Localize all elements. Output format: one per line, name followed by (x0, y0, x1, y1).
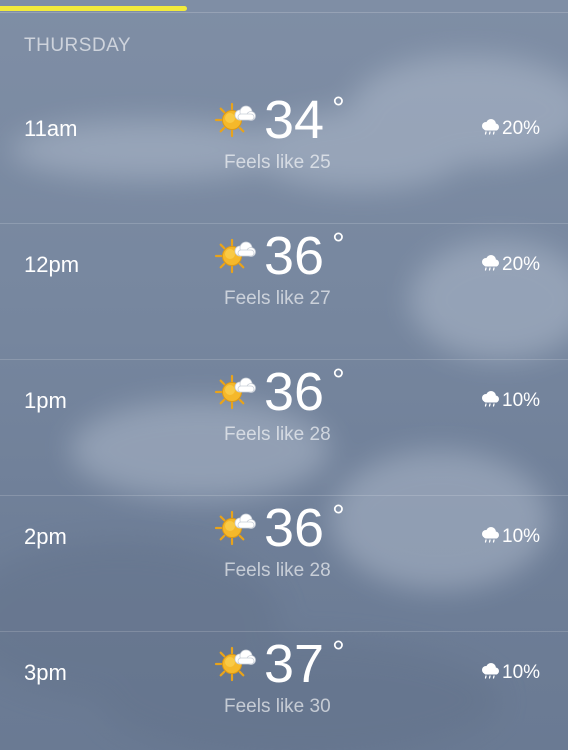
precipitation-chance: 10% (502, 526, 541, 547)
rain-cloud-icon (482, 527, 499, 543)
hour-time: 3pm (24, 660, 67, 685)
degree-symbol: ° (332, 362, 345, 398)
hour-time: 12pm (24, 252, 80, 277)
feels-like-text: Feels like 27 (224, 288, 331, 309)
hourly-forecast-row[interactable]: 3pm 37 ° Feels like 30 10% (0, 632, 568, 750)
degree-symbol: ° (332, 498, 345, 534)
partly-sunny-icon (214, 238, 256, 274)
feels-like-text: Feels like 28 (224, 424, 331, 445)
hourly-forecast-row[interactable]: 12pm 36 ° Feels like 27 20% (0, 224, 568, 360)
hourly-forecast-row[interactable]: 1pm 36 ° Feels like 28 10% (0, 360, 568, 496)
scroll-progress-track (0, 0, 568, 13)
temperature-value: 37 (264, 634, 325, 694)
feels-like-text: Feels like 28 (224, 560, 331, 581)
rain-cloud-icon (482, 255, 499, 271)
temperature-value: 36 (264, 498, 325, 558)
partly-sunny-icon (214, 646, 256, 682)
precipitation-chance: 10% (502, 662, 541, 683)
degree-symbol: ° (332, 90, 345, 126)
temperature-value: 36 (264, 362, 325, 422)
hour-time: 1pm (24, 388, 67, 413)
hourly-forecast-row[interactable]: 2pm 36 ° Feels like 28 10% (0, 496, 568, 632)
temperature-value: 34 (264, 90, 325, 150)
rain-cloud-icon (482, 663, 499, 679)
degree-symbol: ° (332, 634, 345, 670)
hour-time: 2pm (24, 524, 67, 549)
rain-cloud-icon (482, 119, 499, 135)
partly-sunny-icon (214, 374, 256, 410)
feels-like-text: Feels like 30 (224, 696, 331, 717)
temperature-value: 36 (264, 226, 325, 286)
precipitation-chance: 10% (502, 390, 541, 411)
precipitation-chance: 20% (502, 118, 541, 139)
partly-sunny-icon (214, 102, 256, 138)
hourly-forecast-row[interactable]: 11am 34 ° Feels like 25 20% (0, 88, 568, 224)
partly-sunny-icon (214, 510, 256, 546)
precipitation-chance: 20% (502, 254, 541, 275)
day-header: THURSDAY (24, 35, 132, 56)
degree-symbol: ° (332, 226, 345, 262)
feels-like-text: Feels like 25 (224, 152, 331, 173)
rain-cloud-icon (482, 391, 499, 407)
hour-time: 11am (24, 116, 78, 141)
scroll-progress-fill (0, 6, 188, 11)
